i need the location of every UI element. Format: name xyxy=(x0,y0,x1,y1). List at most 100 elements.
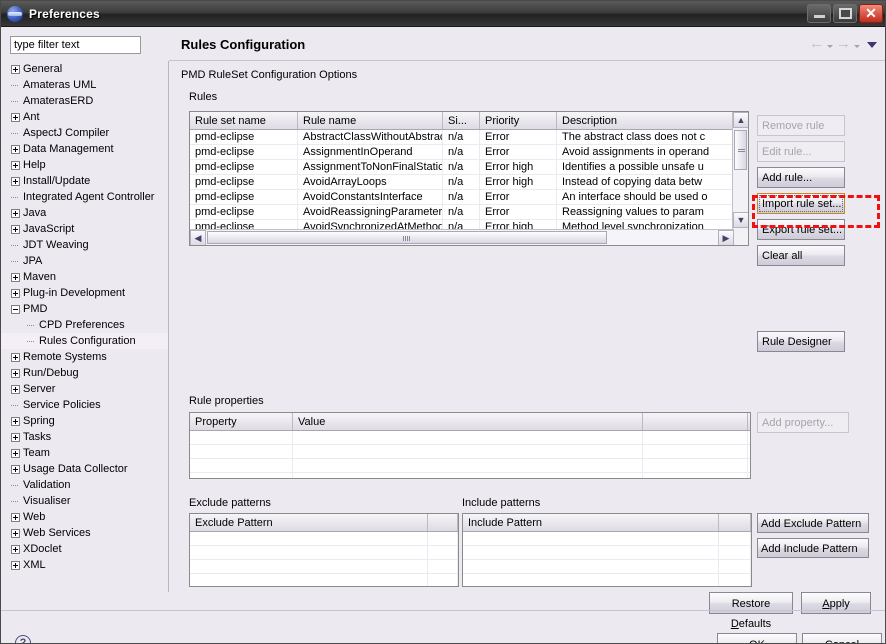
sidebar-item-cpd-preferences[interactable]: CPD Preferences xyxy=(1,317,168,333)
sidebar-item-xml[interactable]: XML xyxy=(1,557,168,573)
sidebar-item-ant[interactable]: Ant xyxy=(1,109,168,125)
exclude-row[interactable] xyxy=(190,574,458,587)
expand-plus-icon[interactable] xyxy=(11,177,20,186)
sidebar-item-amateras-uml[interactable]: Amateras UML xyxy=(1,77,168,93)
rules-table[interactable]: Rule set name Rule name Si... Priority D… xyxy=(189,111,749,246)
back-dropdown-caret-icon[interactable] xyxy=(827,45,833,48)
column-header-priority[interactable]: Priority xyxy=(480,112,557,129)
sidebar-item-rules-configuration[interactable]: Rules Configuration xyxy=(1,333,168,349)
sidebar-item-plug-in-development[interactable]: Plug-in Development xyxy=(1,285,168,301)
sidebar-item-team[interactable]: Team xyxy=(1,445,168,461)
sidebar-item-usage-data-collector[interactable]: Usage Data Collector xyxy=(1,461,168,477)
properties-row[interactable] xyxy=(190,459,750,473)
table-row[interactable]: pmd-eclipseAvoidArrayLoopsn/aError highI… xyxy=(190,175,748,190)
exclude-row[interactable] xyxy=(190,532,458,546)
sidebar-item-validation[interactable]: Validation xyxy=(1,477,168,493)
remove-rule-button[interactable]: Remove rule xyxy=(757,115,845,136)
sidebar-item-run-debug[interactable]: Run/Debug xyxy=(1,365,168,381)
exclude-patterns-table[interactable]: Exclude Pattern xyxy=(189,513,459,587)
properties-row[interactable] xyxy=(190,445,750,459)
sidebar-item-visualiser[interactable]: Visualiser xyxy=(1,493,168,509)
add-exclude-pattern-button[interactable]: Add Exclude Pattern xyxy=(757,513,869,533)
table-row[interactable]: pmd-eclipseAssignmentToNonFinalStaticn/a… xyxy=(190,160,748,175)
collapse-minus-icon[interactable] xyxy=(11,305,20,314)
column-header-rule-set-name[interactable]: Rule set name xyxy=(190,112,298,129)
expand-plus-icon[interactable] xyxy=(11,65,20,74)
table-row[interactable]: pmd-eclipseAbstractClassWithoutAbstractM… xyxy=(190,130,748,145)
table-row[interactable]: pmd-eclipseAvoidReassigningParametersn/a… xyxy=(190,205,748,220)
rules-horizontal-scrollbar[interactable]: ◀ ▶ xyxy=(190,229,734,245)
expand-plus-icon[interactable] xyxy=(11,513,20,522)
sidebar-item-help[interactable]: Help xyxy=(1,157,168,173)
expand-plus-icon[interactable] xyxy=(11,209,20,218)
rules-vertical-scrollbar[interactable]: ▲ ▼ xyxy=(732,112,748,245)
import-rule-set-button[interactable]: Import rule set... xyxy=(757,193,845,214)
forward-dropdown-caret-icon[interactable] xyxy=(854,45,860,48)
include-patterns-table[interactable]: Include Pattern xyxy=(462,513,752,587)
add-property-button[interactable]: Add property... xyxy=(757,412,849,433)
expand-plus-icon[interactable] xyxy=(11,561,20,570)
expand-plus-icon[interactable] xyxy=(11,545,20,554)
minimize-button[interactable] xyxy=(807,4,831,23)
column-header-property[interactable]: Property xyxy=(190,413,293,430)
sidebar-item-remote-systems[interactable]: Remote Systems xyxy=(1,349,168,365)
expand-plus-icon[interactable] xyxy=(11,385,20,394)
sidebar-item-server[interactable]: Server xyxy=(1,381,168,397)
include-row[interactable] xyxy=(463,560,751,574)
sidebar-item-jpa[interactable]: JPA xyxy=(1,253,168,269)
horizontal-scroll-thumb[interactable] xyxy=(207,231,607,244)
properties-row[interactable] xyxy=(190,473,750,479)
column-header-size[interactable]: Si... xyxy=(443,112,480,129)
sidebar-item-web-services[interactable]: Web Services xyxy=(1,525,168,541)
column-header-exclude-extra[interactable] xyxy=(428,514,458,531)
clear-all-button[interactable]: Clear all xyxy=(757,245,845,266)
sidebar-item-data-management[interactable]: Data Management xyxy=(1,141,168,157)
vertical-scroll-thumb[interactable] xyxy=(734,130,747,170)
view-menu-caret-icon[interactable] xyxy=(867,42,877,48)
expand-plus-icon[interactable] xyxy=(11,273,20,282)
export-rule-set-button[interactable]: Export rule set... xyxy=(757,219,845,240)
expand-plus-icon[interactable] xyxy=(11,225,20,234)
help-question-icon[interactable]: ? xyxy=(15,635,31,644)
column-header-rule-name[interactable]: Rule name xyxy=(298,112,443,129)
edit-rule-button[interactable]: Edit rule... xyxy=(757,141,845,162)
sidebar-item-javascript[interactable]: JavaScript xyxy=(1,221,168,237)
expand-plus-icon[interactable] xyxy=(11,161,20,170)
expand-plus-icon[interactable] xyxy=(11,289,20,298)
maximize-button[interactable] xyxy=(833,4,857,23)
sidebar-item-amateraserd[interactable]: AmaterasERD xyxy=(1,93,168,109)
back-arrow-icon[interactable] xyxy=(809,38,824,51)
expand-plus-icon[interactable] xyxy=(11,433,20,442)
properties-row[interactable] xyxy=(190,431,750,445)
rule-designer-button[interactable]: Rule Designer xyxy=(757,331,845,352)
sidebar-item-aspectj-compiler[interactable]: AspectJ Compiler xyxy=(1,125,168,141)
scroll-down-arrow-icon[interactable]: ▼ xyxy=(733,212,749,228)
sidebar-item-spring[interactable]: Spring xyxy=(1,413,168,429)
exclude-row[interactable] xyxy=(190,560,458,574)
column-header-description[interactable]: Description xyxy=(557,112,733,129)
sidebar-item-pmd[interactable]: PMD xyxy=(1,301,168,317)
include-row[interactable] xyxy=(463,532,751,546)
preferences-tree[interactable]: GeneralAmateras UMLAmaterasERDAntAspectJ… xyxy=(1,61,169,592)
table-row[interactable]: pmd-eclipseAssignmentInOperandn/aErrorAv… xyxy=(190,145,748,160)
sidebar-item-service-policies[interactable]: Service Policies xyxy=(1,397,168,413)
exclude-row[interactable] xyxy=(190,546,458,560)
ok-button[interactable]: OK xyxy=(717,633,797,644)
sidebar-item-java[interactable]: Java xyxy=(1,205,168,221)
expand-plus-icon[interactable] xyxy=(11,113,20,122)
expand-plus-icon[interactable] xyxy=(11,449,20,458)
expand-plus-icon[interactable] xyxy=(11,417,20,426)
scroll-right-arrow-icon[interactable]: ▶ xyxy=(718,230,734,246)
forward-arrow-icon[interactable] xyxy=(836,38,851,51)
expand-plus-icon[interactable] xyxy=(11,465,20,474)
sidebar-item-xdoclet[interactable]: XDoclet xyxy=(1,541,168,557)
table-row[interactable]: pmd-eclipseAvoidConstantsInterfacen/aErr… xyxy=(190,190,748,205)
filter-input[interactable] xyxy=(10,36,141,54)
expand-plus-icon[interactable] xyxy=(11,353,20,362)
column-header-value[interactable]: Value xyxy=(293,413,643,430)
sidebar-item-install-update[interactable]: Install/Update xyxy=(1,173,168,189)
sidebar-item-maven[interactable]: Maven xyxy=(1,269,168,285)
add-rule-button[interactable]: Add rule... xyxy=(757,167,845,188)
expand-plus-icon[interactable] xyxy=(11,145,20,154)
cancel-button[interactable]: Cancel xyxy=(802,633,882,644)
